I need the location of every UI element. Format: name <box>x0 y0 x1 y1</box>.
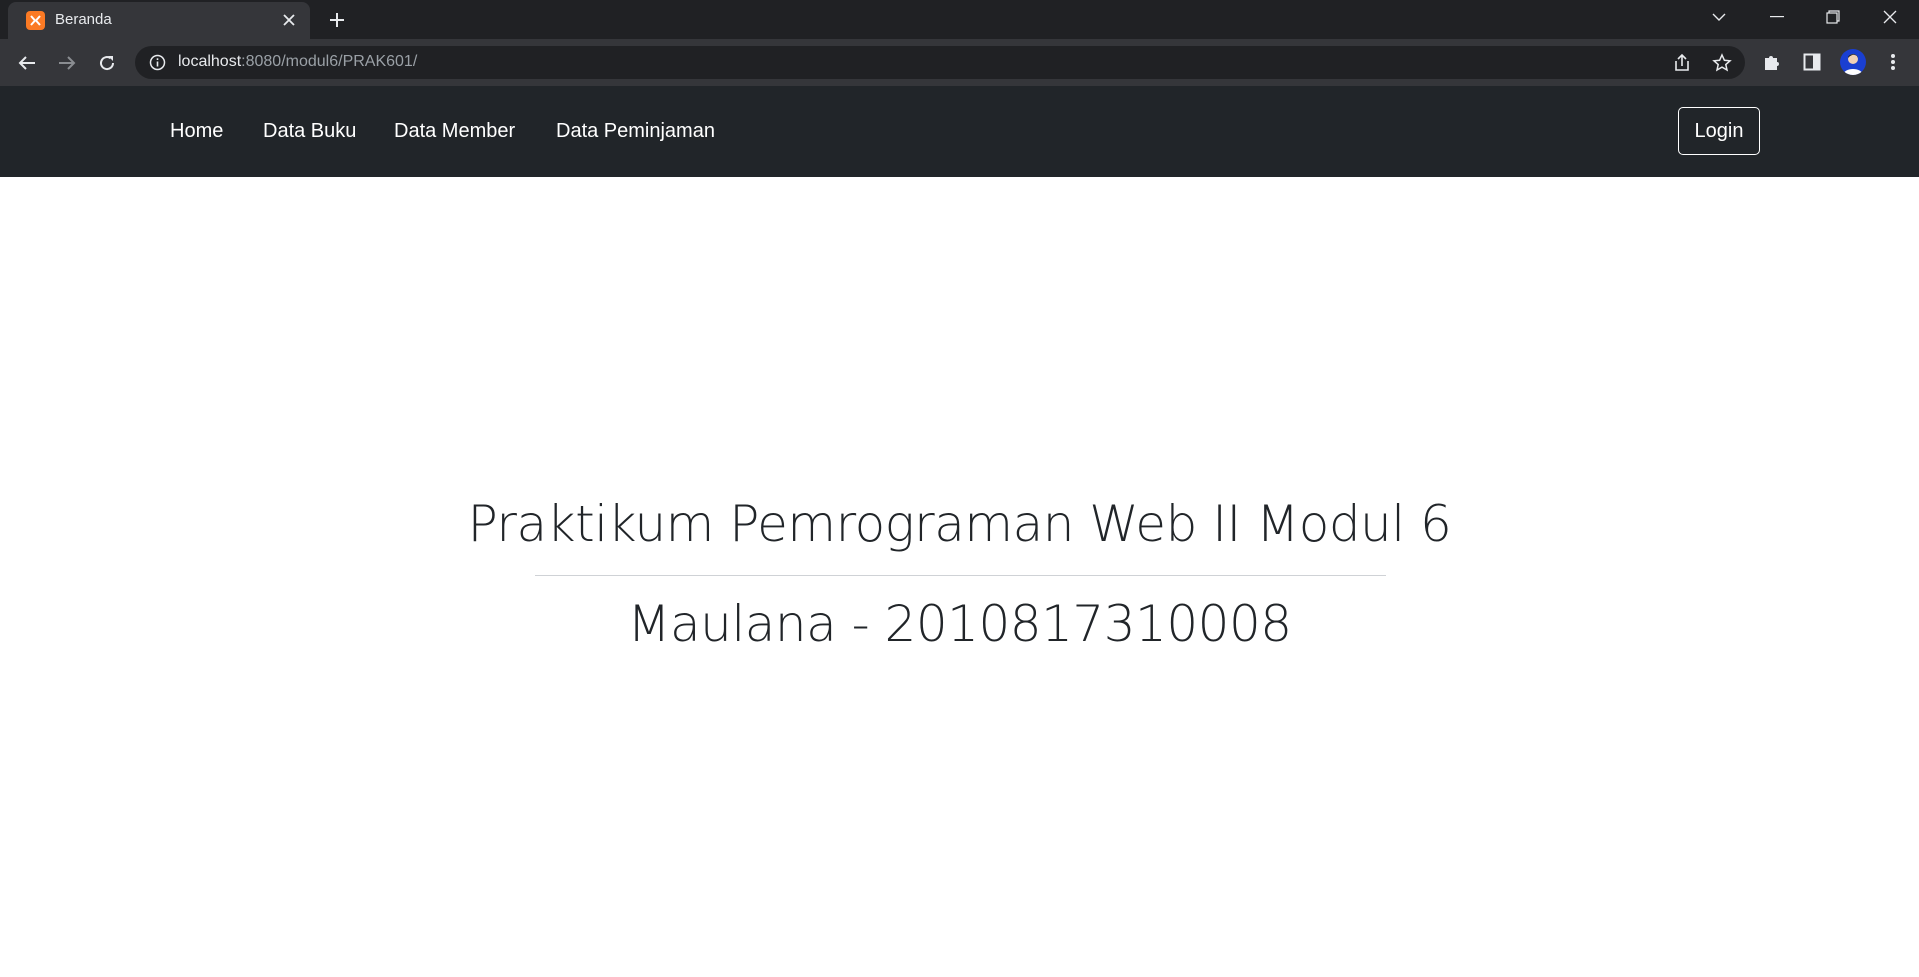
tab-close-icon[interactable] <box>279 10 299 30</box>
minimize-icon[interactable] <box>1749 0 1805 34</box>
url-text[interactable]: localhost:8080/modul6/PRAK601/ <box>178 53 417 71</box>
tab-search-icon[interactable] <box>1691 0 1747 34</box>
nav-link-data-peminjaman[interactable]: Data Peminjaman <box>556 120 715 143</box>
page-title: Praktikum Pemrograman Web II Modul 6 <box>467 495 1452 553</box>
share-icon[interactable] <box>1672 53 1692 73</box>
info-icon[interactable] <box>149 54 166 71</box>
forward-icon[interactable] <box>51 47 83 79</box>
xampp-favicon-icon <box>26 11 45 30</box>
url-path: :8080/modul6/PRAK601/ <box>241 53 418 70</box>
profile-avatar[interactable] <box>1840 49 1866 75</box>
address-bar[interactable]: localhost:8080/modul6/PRAK601/ <box>135 46 1745 79</box>
page-subtitle: Maulana - 2010817310008 <box>627 595 1292 653</box>
new-tab-icon[interactable] <box>323 7 351 33</box>
kebab-menu-icon[interactable] <box>1880 49 1906 75</box>
nav-link-home[interactable]: Home <box>170 120 223 143</box>
browser-toolbar: localhost:8080/modul6/PRAK601/ <box>0 39 1919 86</box>
nav-link-data-member[interactable]: Data Member <box>394 120 515 143</box>
restore-icon[interactable] <box>1805 0 1861 34</box>
close-window-icon[interactable] <box>1862 0 1918 34</box>
divider <box>535 575 1386 576</box>
login-button[interactable]: Login <box>1678 107 1760 155</box>
star-icon[interactable] <box>1712 53 1732 73</box>
browser-tab[interactable]: Beranda <box>8 2 310 39</box>
main-content: Praktikum Pemrograman Web II Modul 6 Mau… <box>0 177 1919 977</box>
puzzle-icon[interactable] <box>1759 49 1785 75</box>
back-icon[interactable] <box>11 47 43 79</box>
site-navbar: Home Data Buku Data Member Data Peminjam… <box>0 86 1919 177</box>
url-host: localhost <box>178 53 242 70</box>
nav-link-data-buku[interactable]: Data Buku <box>263 120 356 143</box>
browser-tabstrip: Beranda <box>0 0 1919 39</box>
tab-title: Beranda <box>55 11 112 28</box>
side-panel-icon[interactable] <box>1799 49 1825 75</box>
reload-icon[interactable] <box>91 47 123 79</box>
